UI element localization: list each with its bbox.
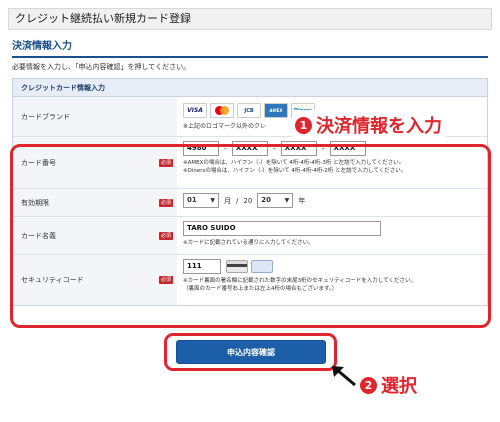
- security-code-label: セキュリティコード 必須: [13, 255, 177, 305]
- card-number-label-text: カード番号: [21, 158, 56, 167]
- card-name-value: TARO SUIDO ※カードに記載されている通りに入力してください。: [177, 217, 487, 254]
- page-title: クレジット継続払い新規カード登録: [8, 8, 492, 30]
- card-name-row: カード名義 必須 TARO SUIDO ※カードに記載されている通りに入力してく…: [13, 217, 487, 255]
- chevron-down-icon: ▼: [284, 197, 290, 204]
- expiry-value: 01 ▼ 月 / 20 20 ▼ 年: [177, 189, 487, 216]
- security-code-note-1: ※カード裏面の署名欄に記載された数字の末尾3桁のセキュリティコードを入力してくだ…: [183, 278, 416, 284]
- card-number-field-4[interactable]: XXXX: [329, 141, 366, 156]
- section-title: 決済情報入力: [12, 40, 488, 58]
- month-unit: 月: [224, 196, 231, 205]
- security-code-row: セキュリティコード 必須 111 ※カード裏面の署名欄に記載された数字の末尾3桁…: [13, 255, 487, 305]
- card-number-label: カード番号 必須: [13, 137, 177, 188]
- step2-text: 選択: [381, 376, 417, 397]
- diners-note: ※Dinersの場合は、ハイフン（-）を除いて 4桁-4桁-4桁-2桁 と左詰で…: [183, 168, 407, 175]
- card-back-icon: [226, 260, 248, 273]
- expiry-inputs: 01 ▼ 月 / 20 20 ▼ 年: [183, 193, 481, 208]
- card-number-separator: -: [272, 144, 276, 153]
- instruction-text: 必要情報を入力し、「申込内容確認」を押してください。: [12, 63, 191, 71]
- cvv-hint-images: [226, 260, 273, 273]
- amex-note: ※AMEXの場合は、ハイフン（-）を除いて 4桁-4桁-4桁-3桁 と左詰で入力…: [183, 160, 405, 166]
- card-number-separator: -: [321, 144, 325, 153]
- visa-logo-icon: VISA: [183, 103, 207, 118]
- card-number-separator: -: [224, 144, 227, 153]
- jcb-logo-icon: JCB: [237, 103, 261, 118]
- expiry-label-text: 有効期限: [21, 198, 49, 207]
- required-badge: 必須: [158, 231, 173, 240]
- step2-annotation: 2 選択: [360, 372, 417, 398]
- year-prefix: 20: [243, 196, 253, 205]
- security-code-field[interactable]: 111: [183, 259, 221, 274]
- amex-logo-icon: AMEX: [264, 103, 288, 118]
- card-number-row: カード番号 必須 4980 - XXXX - XXXX - XXXX ※AMEX…: [13, 137, 487, 189]
- card-name-label-text: カード名義: [21, 231, 56, 240]
- card-number-inputs: 4980 - XXXX - XXXX - XXXX: [183, 141, 481, 156]
- expiry-separator: /: [236, 196, 239, 205]
- expiry-year-value: 20: [261, 196, 272, 204]
- card-name-label: カード名義 必須: [13, 217, 177, 254]
- card-number-note: ※AMEXの場合は、ハイフン（-）を除いて 4桁-4桁-4桁-3桁 と左詰で入力…: [183, 159, 481, 176]
- mastercard-logo-icon: [210, 103, 234, 118]
- step1-text: 決済情報を入力: [316, 116, 442, 137]
- card-number-field-2[interactable]: XXXX: [231, 141, 268, 156]
- required-badge: 必須: [158, 276, 173, 284]
- card-name-note: ※カードに記載されている通りに入力してください。: [183, 240, 314, 246]
- chevron-down-icon: ▼: [210, 197, 215, 204]
- pointer-arrow-icon: [332, 366, 356, 387]
- year-unit: 年: [298, 196, 306, 205]
- security-code-note: ※カード裏面の署名欄に記載された数字の末尾3桁のセキュリティコードを入力してくだ…: [183, 277, 481, 294]
- security-code-inputs: 111: [183, 259, 481, 274]
- security-code-note-2: （裏面のカード番号右上または左上4桁の場合もございます。）: [183, 286, 338, 293]
- expiry-year-select[interactable]: 20 ▼: [257, 193, 294, 208]
- card-number-field-1[interactable]: 4980: [183, 141, 219, 156]
- step2-number-icon: 2: [360, 376, 377, 394]
- card-number-field-3[interactable]: XXXX: [280, 141, 317, 156]
- confirm-application-button[interactable]: 申込内容確認: [176, 340, 326, 364]
- expiry-row: 有効期限 必須 01 ▼ 月 / 20 20 ▼ 年: [13, 189, 487, 217]
- required-badge: 必須: [158, 198, 173, 207]
- step1-number-icon: 1: [295, 116, 312, 134]
- expiry-label: 有効期限 必須: [13, 189, 177, 216]
- security-code-label-text: セキュリティコード: [21, 276, 84, 284]
- card-number-value: 4980 - XXXX - XXXX - XXXX ※AMEXの場合は、ハイフン…: [177, 137, 487, 188]
- required-badge: 必須: [158, 158, 173, 167]
- card-name-field[interactable]: TARO SUIDO: [183, 221, 381, 236]
- brand-label: カードブランド: [13, 97, 177, 136]
- expiry-month-value: 01: [187, 196, 197, 204]
- step1-annotation: 1 決済情報を入力: [292, 110, 445, 140]
- card-front-icon: [251, 260, 273, 273]
- expiry-month-select[interactable]: 01 ▼: [183, 193, 219, 208]
- security-code-value: 111 ※カード裏面の署名欄に記載された数字の末尾3桁のセキュリティコードを入力…: [177, 255, 487, 305]
- form-table-title: クレジットカード情報入力: [13, 79, 487, 97]
- brand-label-text: カードブランド: [21, 112, 70, 121]
